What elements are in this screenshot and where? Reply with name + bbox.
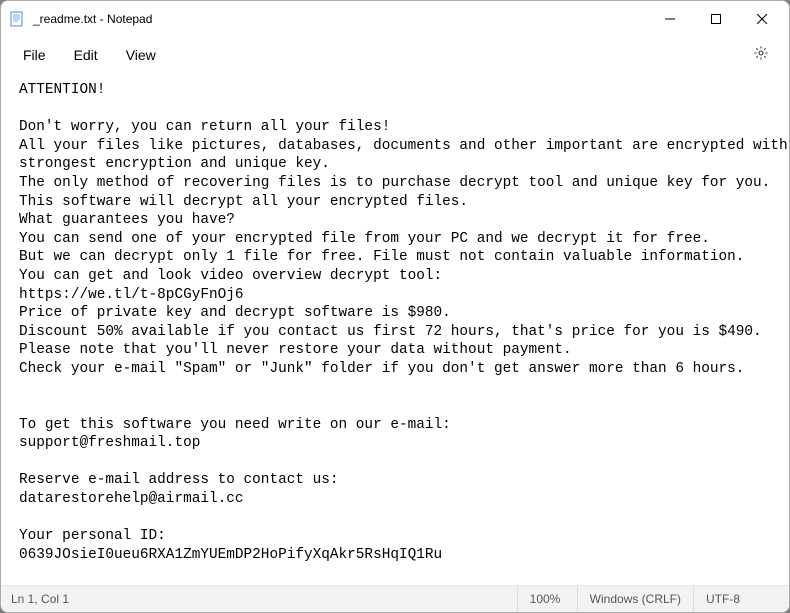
window-controls <box>647 1 785 37</box>
window-title: _readme.txt - Notepad <box>33 12 647 26</box>
titlebar: _readme.txt - Notepad <box>1 1 789 37</box>
settings-button[interactable] <box>747 41 775 69</box>
status-line-ending: Windows (CRLF) <box>578 586 694 612</box>
notepad-window: _readme.txt - Notepad File Edit View <box>0 0 790 613</box>
menu-edit[interactable]: Edit <box>60 43 112 67</box>
close-button[interactable] <box>739 1 785 37</box>
statusbar: Ln 1, Col 1 100% Windows (CRLF) UTF-8 <box>1 585 789 612</box>
maximize-button[interactable] <box>693 1 739 37</box>
notepad-icon <box>9 11 25 27</box>
status-position: Ln 1, Col 1 <box>1 586 518 612</box>
menu-file[interactable]: File <box>9 43 60 67</box>
minimize-button[interactable] <box>647 1 693 37</box>
text-content[interactable]: ATTENTION! Don't worry, you can return a… <box>1 73 789 585</box>
menu-view[interactable]: View <box>112 43 170 67</box>
gear-icon <box>753 45 769 66</box>
status-encoding: UTF-8 <box>694 586 789 612</box>
status-zoom: 100% <box>518 586 578 612</box>
menubar: File Edit View <box>1 37 789 73</box>
